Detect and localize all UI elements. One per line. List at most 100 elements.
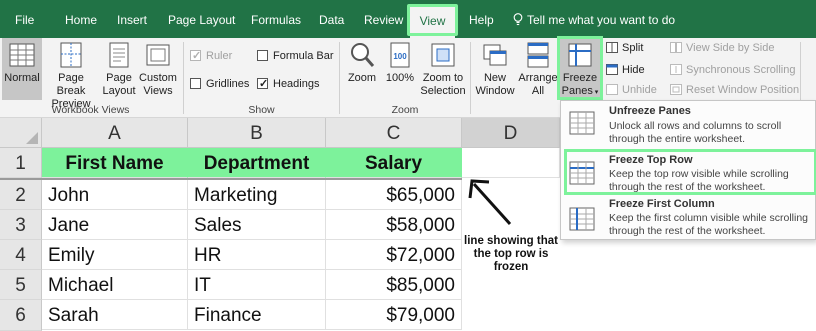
tell-me-text: Tell me what you want to do <box>527 13 676 27</box>
page-break-preview-icon <box>60 42 82 68</box>
zoom-group-label: Zoom <box>391 104 419 116</box>
column-header-c[interactable]: C <box>326 118 462 148</box>
table-cell[interactable]: Marketing <box>188 180 326 210</box>
table-cell[interactable]: Emily <box>42 240 188 270</box>
ruler-checkbox[interactable]: ✓ Ruler <box>190 49 232 63</box>
synchronous-scrolling-button[interactable]: Synchronous Scrolling <box>670 63 795 77</box>
unfreeze-panes-icon <box>569 111 595 135</box>
arrange-all-icon <box>527 42 549 68</box>
header-cell-department[interactable]: Department <box>188 148 326 178</box>
column-header-b[interactable]: B <box>188 118 326 148</box>
menu-item-title: Unfreeze Panes <box>609 105 691 117</box>
table-cell[interactable]: IT <box>188 270 326 300</box>
table-cell[interactable]: Jane <box>42 210 188 240</box>
group-divider <box>470 42 471 114</box>
tab-insert[interactable]: Insert <box>117 0 147 38</box>
ruler-label: Ruler <box>206 50 233 62</box>
unhide-icon <box>606 84 618 95</box>
split-button[interactable]: Split <box>606 41 643 55</box>
normal-view-button[interactable]: Normal <box>2 38 42 100</box>
reset-position-icon <box>670 84 682 95</box>
row-header[interactable]: 6 <box>0 300 42 331</box>
headings-checkbox[interactable]: ✓ Headings <box>257 77 319 91</box>
tab-file[interactable]: File <box>15 0 34 38</box>
table-cell[interactable]: Sarah <box>42 300 188 330</box>
row-header[interactable]: 5 <box>0 270 42 300</box>
table-cell[interactable]: $72,000 <box>326 240 462 270</box>
side-by-side-icon <box>670 42 682 53</box>
column-header-a[interactable]: A <box>42 118 188 148</box>
annotation-arrow-icon <box>468 179 512 226</box>
row-header[interactable]: 1 <box>0 148 42 178</box>
table-cell[interactable]: Sales <box>188 210 326 240</box>
header-cell-first-name[interactable]: First Name <box>42 148 188 178</box>
show-group-label: Show <box>248 104 275 116</box>
select-all-corner[interactable] <box>0 118 42 148</box>
header-cell-salary[interactable]: Salary <box>326 148 462 178</box>
table-cell[interactable]: John <box>42 180 188 210</box>
tell-me-search[interactable]: Tell me what you want to do <box>513 0 675 38</box>
arrange-all-button[interactable]: Arrange All <box>518 41 558 98</box>
new-window-button[interactable]: New Window <box>474 41 516 98</box>
headings-label: Headings <box>273 78 320 90</box>
svg-text:100: 100 <box>393 52 407 61</box>
table-cell[interactable]: Michael <box>42 270 188 300</box>
table-cell[interactable]: HR <box>188 240 326 270</box>
custom-views-label: Custom Views <box>139 72 177 97</box>
ruler-check-box: ✓ <box>190 50 202 62</box>
arrange-all-label: Arrange All <box>518 72 558 97</box>
menu-item-title: Freeze First Column <box>609 198 715 210</box>
table-cell[interactable]: $65,000 <box>326 180 462 210</box>
gridlines-check-box <box>190 78 201 89</box>
row-header[interactable]: 3 <box>0 210 42 240</box>
column-header-d[interactable]: D <box>462 118 560 148</box>
tab-data[interactable]: Data <box>319 0 344 38</box>
normal-view-icon <box>9 43 35 67</box>
view-side-by-side-button[interactable]: View Side by Side <box>670 41 774 55</box>
reset-window-position-button[interactable]: Reset Window Position <box>670 83 799 97</box>
table-cell[interactable]: Finance <box>188 300 326 330</box>
page-layout-view-label: Page Layout <box>102 72 136 97</box>
zoom-button[interactable]: Zoom <box>343 41 381 85</box>
reset-window-position-label: Reset Window Position <box>686 84 800 96</box>
row-header[interactable]: 2 <box>0 180 42 210</box>
headings-check-box: ✓ <box>257 78 269 90</box>
view-side-by-side-label: View Side by Side <box>686 42 775 54</box>
table-cell[interactable]: $79,000 <box>326 300 462 330</box>
hide-button[interactable]: Hide <box>606 63 645 77</box>
unhide-label: Unhide <box>622 84 657 96</box>
split-icon <box>606 42 618 53</box>
row-header[interactable]: 4 <box>0 240 42 270</box>
page-layout-view-button[interactable]: Page Layout <box>101 41 137 98</box>
formula-bar-checkbox[interactable]: Formula Bar <box>257 49 334 63</box>
tab-review[interactable]: Review <box>364 0 403 38</box>
tab-formulas[interactable]: Formulas <box>251 0 301 38</box>
zoom-to-selection-icon <box>431 43 455 67</box>
table-cell[interactable]: $58,000 <box>326 210 462 240</box>
zoom-to-selection-label: Zoom to Selection <box>420 72 466 97</box>
zoom-label: Zoom <box>347 72 377 84</box>
tab-page-layout[interactable]: Page Layout <box>168 0 235 38</box>
freeze-first-column-icon <box>569 207 595 231</box>
tab-help[interactable]: Help <box>469 0 494 38</box>
menu-item-unfreeze-panes[interactable]: Unfreeze Panes Unlock all rows and colum… <box>561 101 816 149</box>
custom-views-button[interactable]: Custom Views <box>137 41 179 98</box>
sync-scroll-icon <box>670 64 682 75</box>
custom-views-icon <box>146 44 170 66</box>
tab-home[interactable]: Home <box>65 0 97 38</box>
table-cell[interactable]: $85,000 <box>326 270 462 300</box>
menu-item-freeze-first-column[interactable]: Freeze First Column Keep the first colum… <box>561 195 816 241</box>
page-break-preview-button[interactable]: Page Break Preview <box>43 41 99 111</box>
unhide-button[interactable]: Unhide <box>606 83 657 97</box>
zoom-to-selection-button[interactable]: Zoom to Selection <box>419 41 467 98</box>
frozen-row-annotation: line showing that the top row is frozen <box>464 235 558 273</box>
freeze-top-row-highlight <box>564 149 816 195</box>
formula-bar-label: Formula Bar <box>273 50 334 62</box>
freeze-panes-highlight <box>557 36 603 100</box>
new-window-label: New Window <box>475 72 515 97</box>
gridlines-label: Gridlines <box>206 78 250 90</box>
zoom-100-button[interactable]: 100 100% <box>383 41 417 85</box>
zoom-100-label: 100% <box>385 72 415 84</box>
gridlines-checkbox[interactable]: Gridlines <box>190 77 249 91</box>
group-divider <box>339 42 340 114</box>
